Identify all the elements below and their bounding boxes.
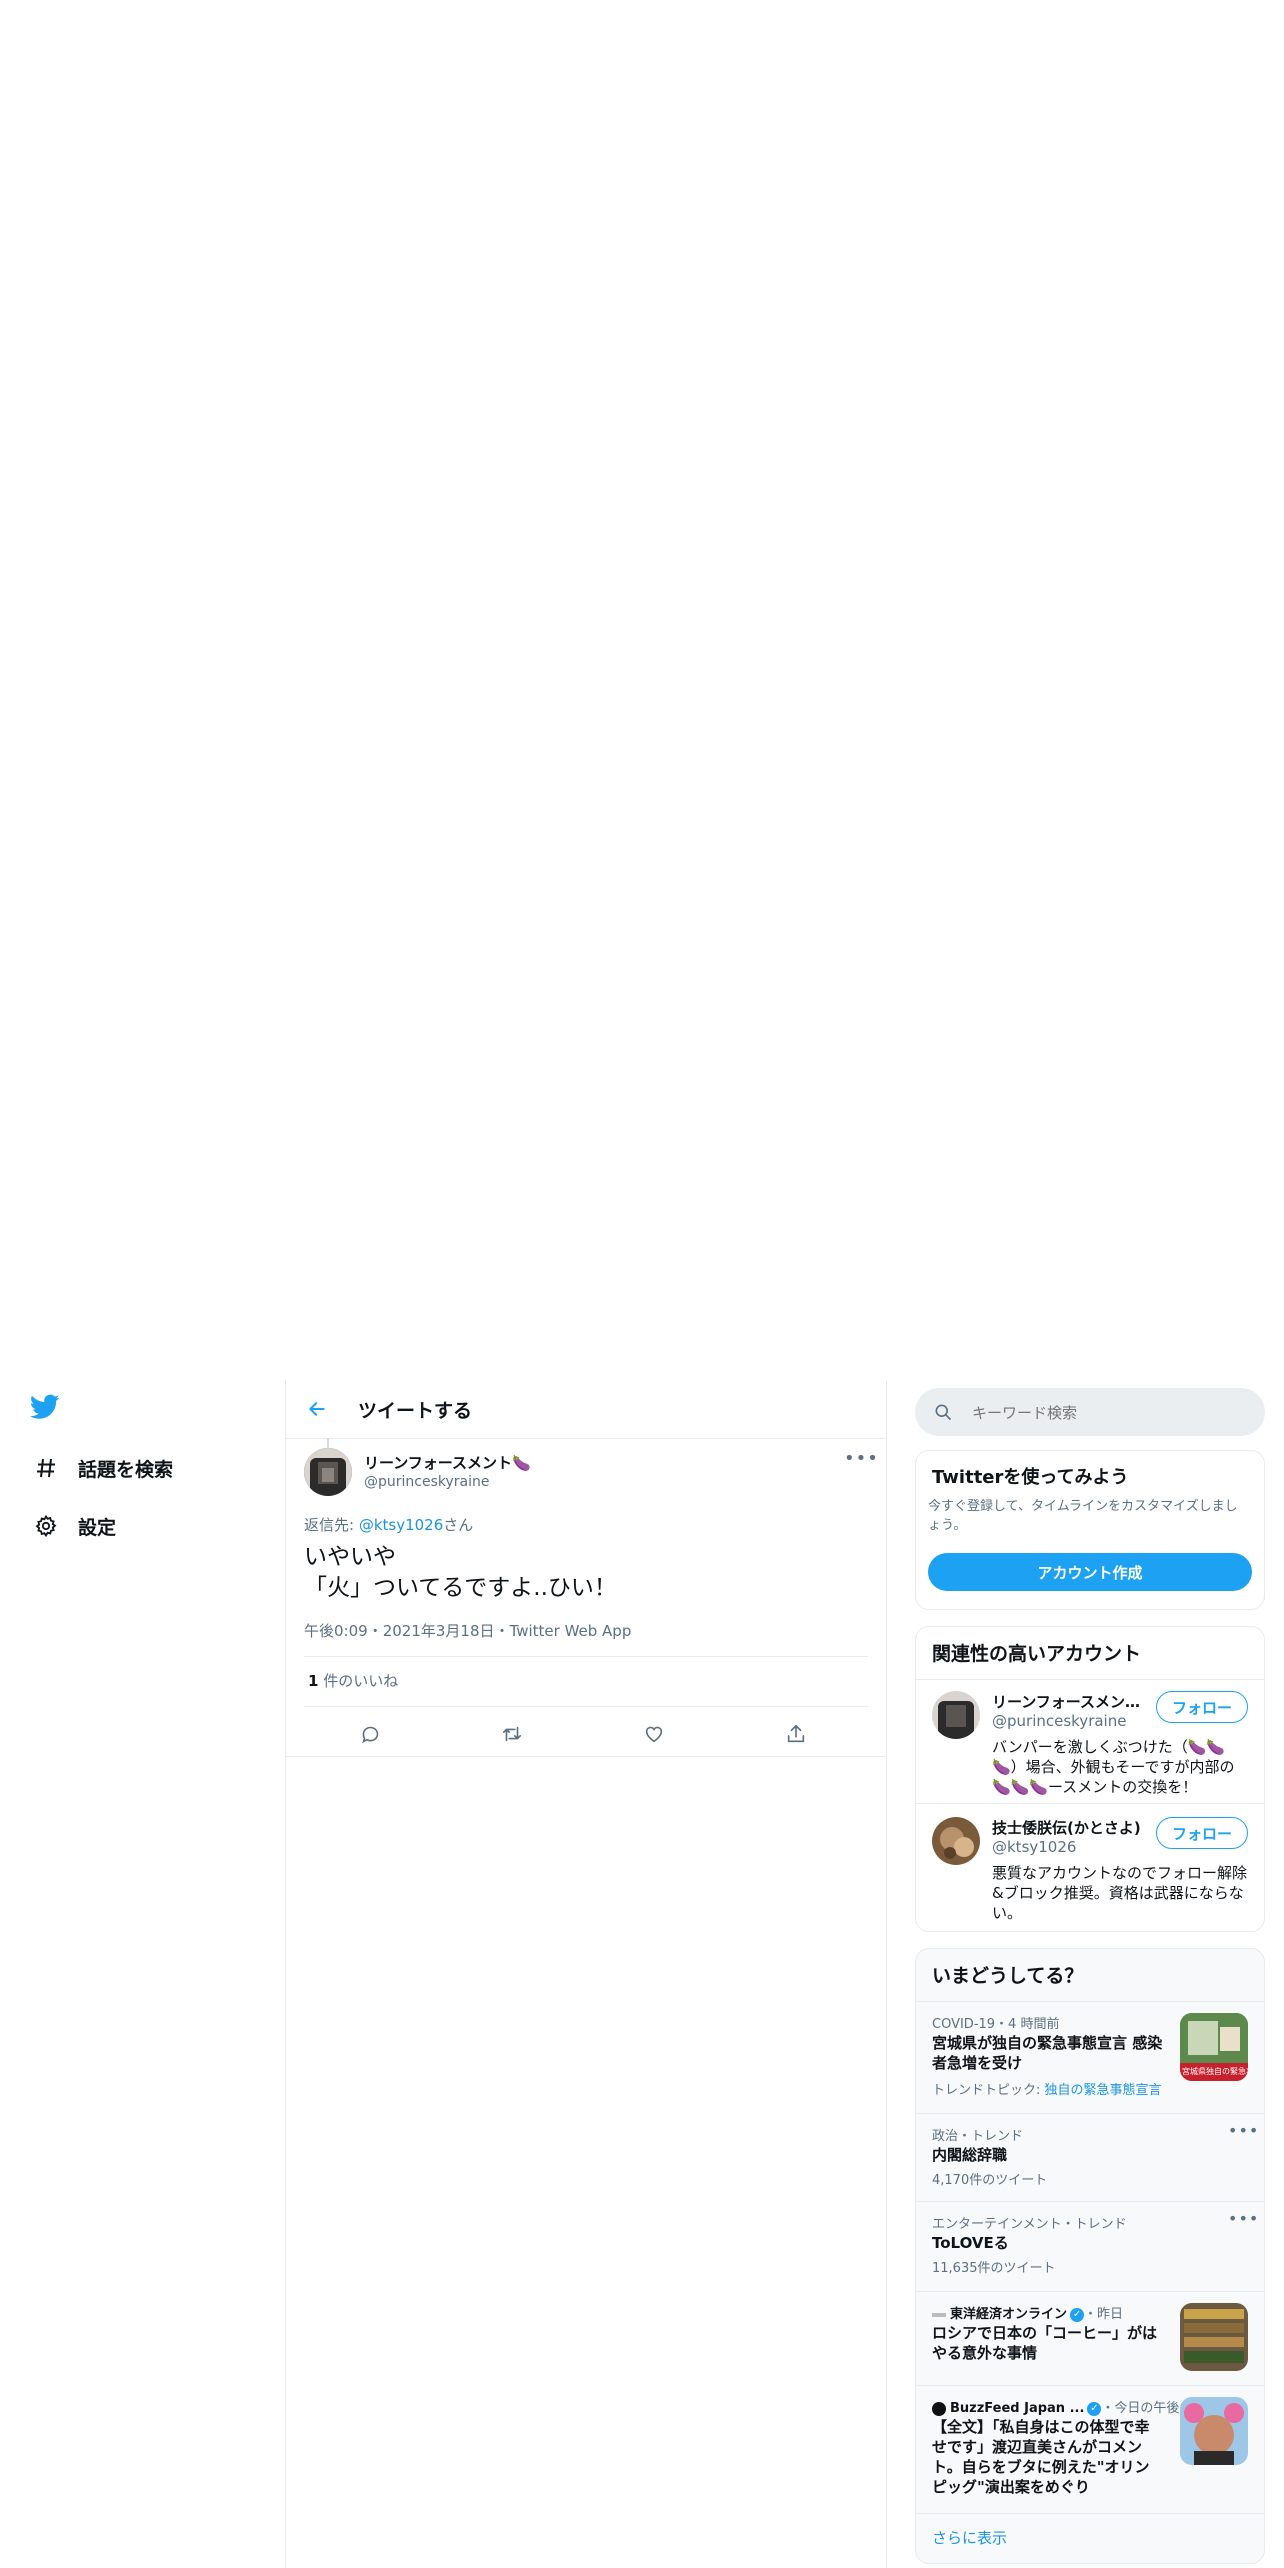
- thumbnail-caption: 宮城県独自の緊急事態: [1182, 2067, 1248, 2076]
- divider: [304, 1706, 868, 1707]
- trends-card: いまどうしてる？ COVID-19・4 時間前 宮城県が独自の緊急事態宣言 感染…: [915, 1948, 1265, 2564]
- twitter-logo-icon[interactable]: [29, 1394, 64, 1424]
- trend-topic-link[interactable]: 独自の緊急事態宣言: [1045, 2083, 1162, 2098]
- share-icon[interactable]: [778, 1716, 814, 1752]
- more-options-icon[interactable]: •••: [1228, 2121, 1259, 2140]
- nav-item-explore[interactable]: 話題を検索: [32, 1448, 173, 1488]
- trend-title: ToLOVEる: [932, 2234, 1009, 2252]
- reply-to: 返信先: @ktsy1026さん: [304, 1514, 473, 1535]
- hashtag-icon: [32, 1454, 60, 1482]
- news-item[interactable]: BuzzFeed Japan ... ✓ ・今日の午後 【全文】「私自身はこの体型で…: [916, 2385, 1264, 2513]
- user-handle[interactable]: @purinceskyraine: [364, 1474, 490, 1490]
- trend-topic: トレンドトピック: 独自の緊急事態宣言: [932, 2083, 1162, 2098]
- news-source-line: BuzzFeed Japan ... ✓ ・今日の午後: [932, 2397, 1179, 2416]
- gear-icon: [32, 1512, 60, 1540]
- reply-prefix: 返信先:: [304, 1516, 359, 1534]
- back-arrow-icon[interactable]: [302, 1394, 332, 1424]
- nav-item-label: 設定: [78, 1516, 117, 1539]
- follow-button[interactable]: フォロー: [1156, 1817, 1248, 1849]
- account-bio: バンパーを激しくぶつけた（🍆🍆🍆）場合、外観もそーですが内部の🍆🍆🍆ースメントの…: [992, 1738, 1235, 1796]
- account-name[interactable]: 技士倭朕伝(かとさよ): [992, 1817, 1142, 1838]
- tweet-text: いやいや 「火」ついてるですよ..ひい！: [304, 1544, 617, 1601]
- verified-badge-icon: ✓: [1070, 2307, 1085, 2322]
- news-time: ・昨日: [1084, 2307, 1124, 2322]
- like-icon[interactable]: [636, 1716, 672, 1752]
- nav-item-settings[interactable]: 設定: [32, 1506, 116, 1546]
- page-title: ツイートする: [358, 1400, 473, 1422]
- trend-title: 宮城県が独自の緊急事態宣言 感染者急増を受け: [932, 2034, 1163, 2072]
- nav-item-label: 話題を検索: [78, 1458, 174, 1481]
- news-item[interactable]: 東洋経済オンライン ✓ ・昨日 ロシアで日本の「コーヒー」がはやる意外な事情: [916, 2291, 1264, 2385]
- main-column: ツイートする リーンフォースメント🍆 @purinceskyraine ••• …: [285, 1380, 887, 2568]
- related-accounts-card: 関連性の高いアカウント リーンフォースメン… @purinceskyraine …: [915, 1626, 1265, 1932]
- trend-item[interactable]: エンターテインメント・トレンド ToLOVEる 11,635件のツイート •••: [916, 2201, 1264, 2291]
- news-time: ・今日の午後: [1101, 2401, 1180, 2416]
- follow-button[interactable]: フォロー: [1156, 1691, 1248, 1723]
- reply-suffix: さん: [443, 1516, 474, 1534]
- tweet-date[interactable]: 2021年3月18日: [383, 1622, 495, 1640]
- related-title: 関連性の高いアカウント: [932, 1643, 1142, 1665]
- news-thumbnail: [1180, 2397, 1248, 2465]
- verified-badge-icon: ✓: [1087, 2401, 1102, 2416]
- account-name[interactable]: リーンフォースメン…: [992, 1691, 1142, 1712]
- search-input[interactable]: [970, 1400, 1244, 1426]
- signup-title: Twitterを使ってみよう: [932, 1467, 1129, 1488]
- trend-count: 4,170件のツイート: [932, 2173, 1048, 2188]
- tweet-source: Twitter Web App: [509, 1622, 632, 1640]
- retweet-icon[interactable]: [494, 1716, 530, 1752]
- trend-title: 内閣総辞職: [932, 2146, 1008, 2164]
- trends-title: いまどうしてる？: [932, 1965, 1084, 1987]
- show-more-link[interactable]: さらに表示: [932, 2527, 1007, 2548]
- user-name[interactable]: リーンフォースメント🍆: [364, 1452, 531, 1473]
- news-source: BuzzFeed Japan ...: [950, 2401, 1085, 2416]
- search-icon: [933, 1402, 953, 1426]
- signup-card: Twitterを使ってみよう 今すぐ登録して、タイムラインをカスタマイズしましょ…: [915, 1450, 1265, 1610]
- create-account-button[interactable]: アカウント作成: [928, 1553, 1252, 1591]
- more-options-icon[interactable]: •••: [844, 1448, 879, 1469]
- trend-thumbnail: 宮城県独自の緊急事態: [1180, 2013, 1248, 2081]
- trend-meta: エンターテインメント・トレンド: [932, 2217, 1127, 2232]
- divider: [304, 1656, 868, 1657]
- reply-handle-link[interactable]: @ktsy1026: [359, 1516, 443, 1534]
- account-handle[interactable]: @purinceskyraine: [992, 1712, 1126, 1730]
- source-logo-icon: [932, 2312, 946, 2317]
- trend-meta: COVID-19・4 時間前: [932, 2017, 1060, 2032]
- news-source: 東洋経済オンライン: [950, 2307, 1068, 2322]
- source-logo-icon: [932, 2401, 946, 2416]
- account-bio: 悪質なアカウントなのでフォロー解除&ブロック推奨。資格は武器にならない。: [992, 1864, 1248, 1922]
- trend-count: 11,635件のツイート: [932, 2261, 1056, 2276]
- search-box[interactable]: [915, 1388, 1265, 1436]
- avatar[interactable]: [932, 1817, 980, 1865]
- avatar[interactable]: [932, 1691, 980, 1739]
- trend-meta: 政治・トレンド: [932, 2129, 1024, 2144]
- account-handle[interactable]: @ktsy1026: [992, 1838, 1076, 1856]
- trend-item[interactable]: COVID-19・4 時間前 宮城県が独自の緊急事態宣言 感染者急増を受け トレ…: [916, 2001, 1264, 2113]
- trend-item[interactable]: 政治・トレンド 内閣総辞職 4,170件のツイート •••: [916, 2113, 1264, 2201]
- signup-description: 今すぐ登録して、タイムラインをカスタマイズしましょう。: [928, 1499, 1238, 1533]
- page-header: ツイートする: [286, 1380, 886, 1439]
- divider: [916, 1679, 1264, 1680]
- news-thumbnail: [1180, 2303, 1248, 2371]
- reply-icon[interactable]: [352, 1716, 388, 1752]
- avatar[interactable]: [304, 1448, 352, 1496]
- tweet-time[interactable]: 午後0:09: [304, 1622, 368, 1640]
- tweet-meta: 午後0:09・2021年3月18日・Twitter Web App: [304, 1622, 632, 1640]
- news-title: 【全文】「私自身はこの体型で幸せです」渡辺直美さんがコメント。自らをブタに例えた…: [932, 2418, 1150, 2496]
- thread-line: [327, 1438, 329, 1448]
- more-options-icon[interactable]: •••: [1228, 2209, 1259, 2228]
- divider: [916, 1803, 1264, 1804]
- news-title: ロシアで日本の「コーヒー」がはやる意外な事情: [932, 2324, 1158, 2362]
- divider: [286, 1756, 886, 1757]
- likes-count[interactable]: 1 件のいいね: [308, 1670, 398, 1691]
- news-source-line: 東洋経済オンライン ✓ ・昨日: [932, 2303, 1123, 2322]
- divider: [916, 2513, 1264, 2514]
